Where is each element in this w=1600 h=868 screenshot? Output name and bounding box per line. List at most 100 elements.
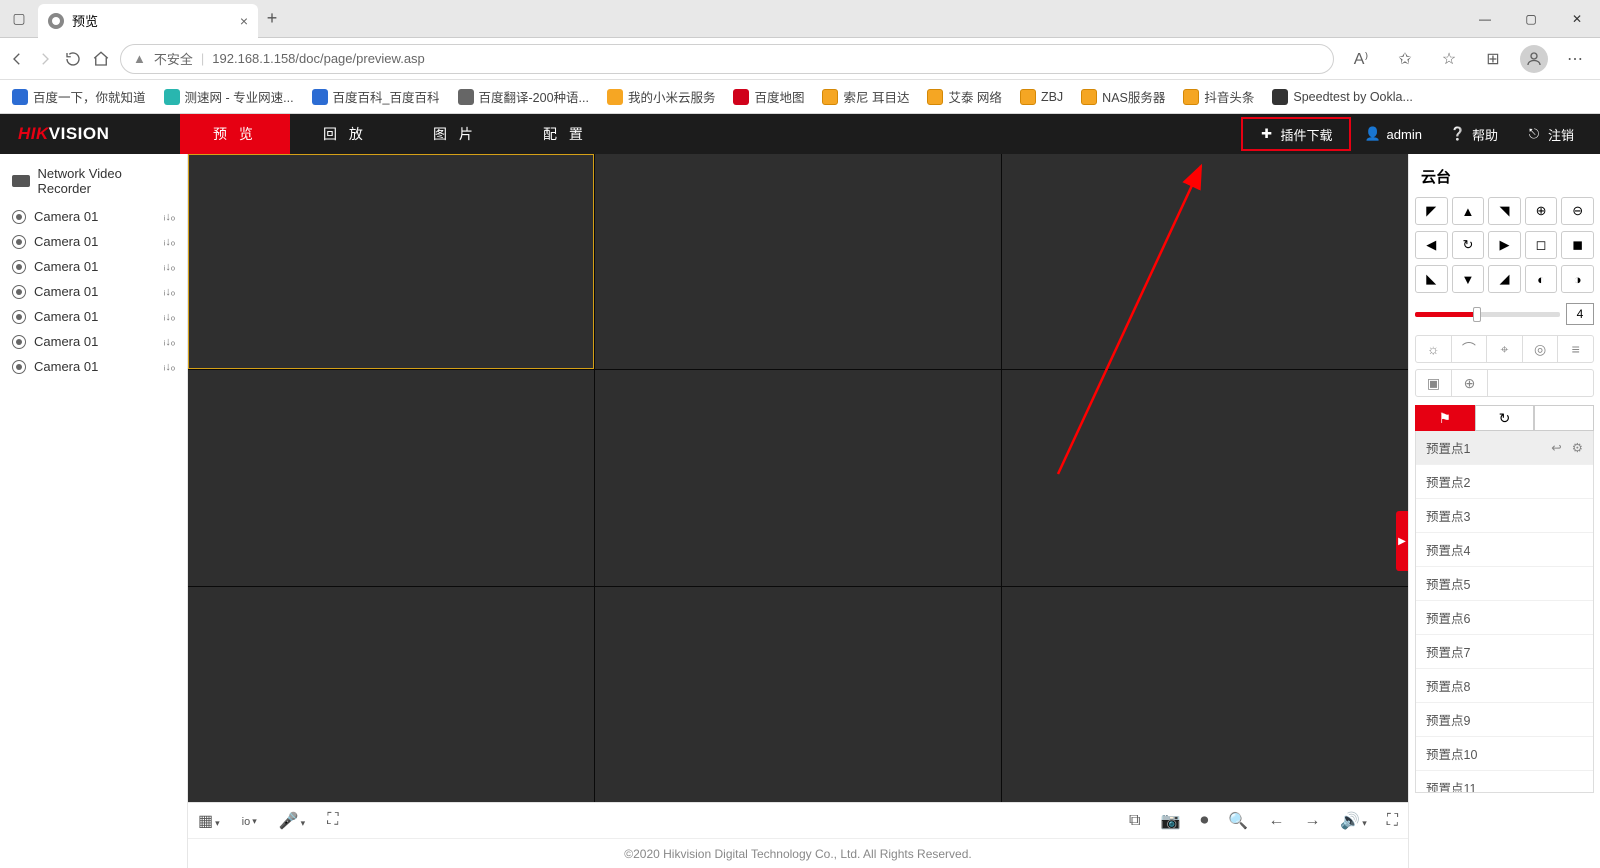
record-icon[interactable]: ⏺	[1200, 812, 1208, 830]
preset-item[interactable]: 预置点2	[1416, 465, 1593, 499]
bookmark-item[interactable]: Speedtest by Ookla...	[1272, 89, 1413, 105]
bookmark-item[interactable]: 测速网 - 专业网速...	[164, 87, 294, 106]
iris-close-button[interactable]: ◑	[1561, 265, 1594, 293]
audio-button[interactable]: 🎤▾	[279, 811, 305, 831]
bookmark-item[interactable]: 我的小米云服务	[607, 87, 716, 106]
more-icon[interactable]: ⋯	[1558, 49, 1592, 69]
tab-overview-icon[interactable]: ▢	[0, 0, 38, 38]
nav-playback[interactable]: 回 放	[290, 114, 400, 154]
center-icon[interactable]: ⊕	[1452, 370, 1488, 396]
camera-item[interactable]: Camera 01ᵢ↓ₒ	[0, 204, 187, 229]
capture-all-icon[interactable]: ⧉	[1129, 812, 1140, 830]
new-tab-button[interactable]: +	[258, 8, 286, 29]
ptz-auto[interactable]: ↻	[1452, 231, 1485, 259]
ptz-right[interactable]: ▶	[1488, 231, 1521, 259]
read-aloud-icon[interactable]: A⁾	[1344, 49, 1378, 69]
ptz-left[interactable]: ◀	[1415, 231, 1448, 259]
preset-item[interactable]: 预置点7	[1416, 635, 1593, 669]
bookmark-item[interactable]: 百度地图	[733, 87, 804, 106]
layout-button[interactable]: ▦▾	[198, 811, 220, 831]
aux-focus-icon[interactable]: ⌖	[1487, 336, 1523, 362]
zoom-in-button[interactable]: ⊕	[1525, 197, 1558, 225]
window-minimize-icon[interactable]: —	[1462, 0, 1508, 38]
stream-type-icon[interactable]: ᵢ↓ₒ	[164, 336, 175, 348]
back-icon[interactable]	[8, 50, 26, 68]
bookmark-item[interactable]: NAS服务器	[1081, 87, 1165, 106]
preset-item[interactable]: 预置点10	[1416, 737, 1593, 771]
menu-icon[interactable]: ≡	[1558, 336, 1593, 362]
preset-item[interactable]: 预置点11	[1416, 771, 1593, 793]
close-tab-icon[interactable]: ×	[240, 13, 248, 29]
stream-type-icon[interactable]: ᵢ↓ₒ	[164, 261, 175, 273]
camera-item[interactable]: Camera 01ᵢ↓ₒ	[0, 329, 187, 354]
stream-type-icon[interactable]: ᵢ↓ₒ	[164, 311, 175, 323]
stream-button[interactable]: ᵢₒ▾	[242, 811, 257, 831]
next-icon[interactable]: →	[1304, 812, 1320, 830]
video-cell[interactable]	[1002, 370, 1408, 585]
stream-type-icon[interactable]: ᵢ↓ₒ	[164, 211, 175, 223]
ptz-up-left[interactable]: ◤	[1415, 197, 1448, 225]
video-cell[interactable]	[595, 370, 1001, 585]
nav-preview[interactable]: 预 览	[180, 114, 290, 154]
light-icon[interactable]: ☼	[1416, 336, 1452, 362]
nav-config[interactable]: 配 置	[510, 114, 620, 154]
preset-item[interactable]: 预置点3	[1416, 499, 1593, 533]
preset-item[interactable]: 预置点8	[1416, 669, 1593, 703]
video-cell[interactable]	[188, 587, 594, 802]
bookmark-item[interactable]: 百度百科_百度百科	[312, 87, 440, 106]
camera-item[interactable]: Camera 01ᵢ↓ₒ	[0, 229, 187, 254]
video-cell[interactable]	[188, 370, 594, 585]
user-menu[interactable]: 👤 admin	[1351, 119, 1436, 149]
logout-button[interactable]: ⎋ 注销	[1512, 119, 1588, 149]
bookmark-item[interactable]: 百度一下，你就知道	[12, 87, 146, 106]
help-button[interactable]: ❔ 帮助	[1436, 119, 1512, 149]
bookmark-item[interactable]: 百度翻译-200种语...	[458, 87, 589, 106]
prev-icon[interactable]: ←	[1268, 812, 1284, 830]
preset-item[interactable]: 预置点1↩⚙	[1416, 431, 1593, 465]
nav-picture[interactable]: 图 片	[400, 114, 510, 154]
favorites-list-icon[interactable]: ☆	[1432, 49, 1466, 69]
wiper-icon[interactable]: ⌒	[1452, 336, 1488, 362]
window-close-icon[interactable]: ✕	[1554, 0, 1600, 38]
video-cell[interactable]	[1002, 154, 1408, 369]
preset-tab[interactable]: ⚑	[1415, 405, 1475, 431]
stream-type-icon[interactable]: ᵢ↓ₒ	[164, 286, 175, 298]
home-icon[interactable]	[92, 50, 110, 68]
ptz-up-right[interactable]: ◥	[1488, 197, 1521, 225]
bookmark-item[interactable]: 抖音头条	[1183, 87, 1254, 106]
stream-type-icon[interactable]: ᵢ↓ₒ	[164, 361, 175, 373]
snapshot-icon[interactable]: 📷	[1160, 811, 1180, 831]
plugin-download-button[interactable]: ✚ 插件下载	[1241, 117, 1351, 151]
focus-far-button[interactable]: ◼	[1561, 231, 1594, 259]
video-cell[interactable]	[1002, 587, 1408, 802]
preset-item[interactable]: 预置点6	[1416, 601, 1593, 635]
window-maximize-icon[interactable]: ▢	[1508, 0, 1554, 38]
camera-item[interactable]: Camera 01ᵢ↓ₒ	[0, 304, 187, 329]
init-lens-icon[interactable]: ◎	[1523, 336, 1559, 362]
video-cell[interactable]	[595, 154, 1001, 369]
preset-item[interactable]: 预置点4	[1416, 533, 1593, 567]
stream-type-icon[interactable]: ᵢ↓ₒ	[164, 236, 175, 248]
zoom-out-button[interactable]: ⊖	[1561, 197, 1594, 225]
ptz-down[interactable]: ▼	[1452, 265, 1485, 293]
collections-icon[interactable]: ⊞	[1476, 49, 1510, 69]
device-row[interactable]: Network Video Recorder	[0, 162, 187, 204]
fullscreen-icon[interactable]: ⛶	[1387, 812, 1398, 830]
ptz-speed-slider[interactable]	[1415, 312, 1560, 317]
video-cell[interactable]	[595, 587, 1001, 802]
camera-item[interactable]: Camera 01ᵢ↓ₒ	[0, 254, 187, 279]
ptz-down-left[interactable]: ◣	[1415, 265, 1448, 293]
forward-icon[interactable]	[36, 50, 54, 68]
profile-avatar[interactable]	[1520, 45, 1548, 73]
patrol-tab[interactable]: ↻	[1475, 405, 1535, 431]
bookmark-item[interactable]: 艾泰 网络	[927, 87, 1001, 106]
panel-collapse-toggle[interactable]: ▶	[1396, 511, 1408, 571]
pattern-tab[interactable]	[1534, 405, 1594, 431]
iris-open-button[interactable]: ◐	[1525, 265, 1558, 293]
bookmark-item[interactable]: ZBJ	[1020, 89, 1063, 105]
focus-near-button[interactable]: ◻	[1525, 231, 1558, 259]
preset-item[interactable]: 预置点5	[1416, 567, 1593, 601]
favorite-icon[interactable]: ✩	[1388, 49, 1422, 69]
ptz-up[interactable]: ▲	[1452, 197, 1485, 225]
browser-tab[interactable]: 预览 ×	[38, 4, 258, 38]
